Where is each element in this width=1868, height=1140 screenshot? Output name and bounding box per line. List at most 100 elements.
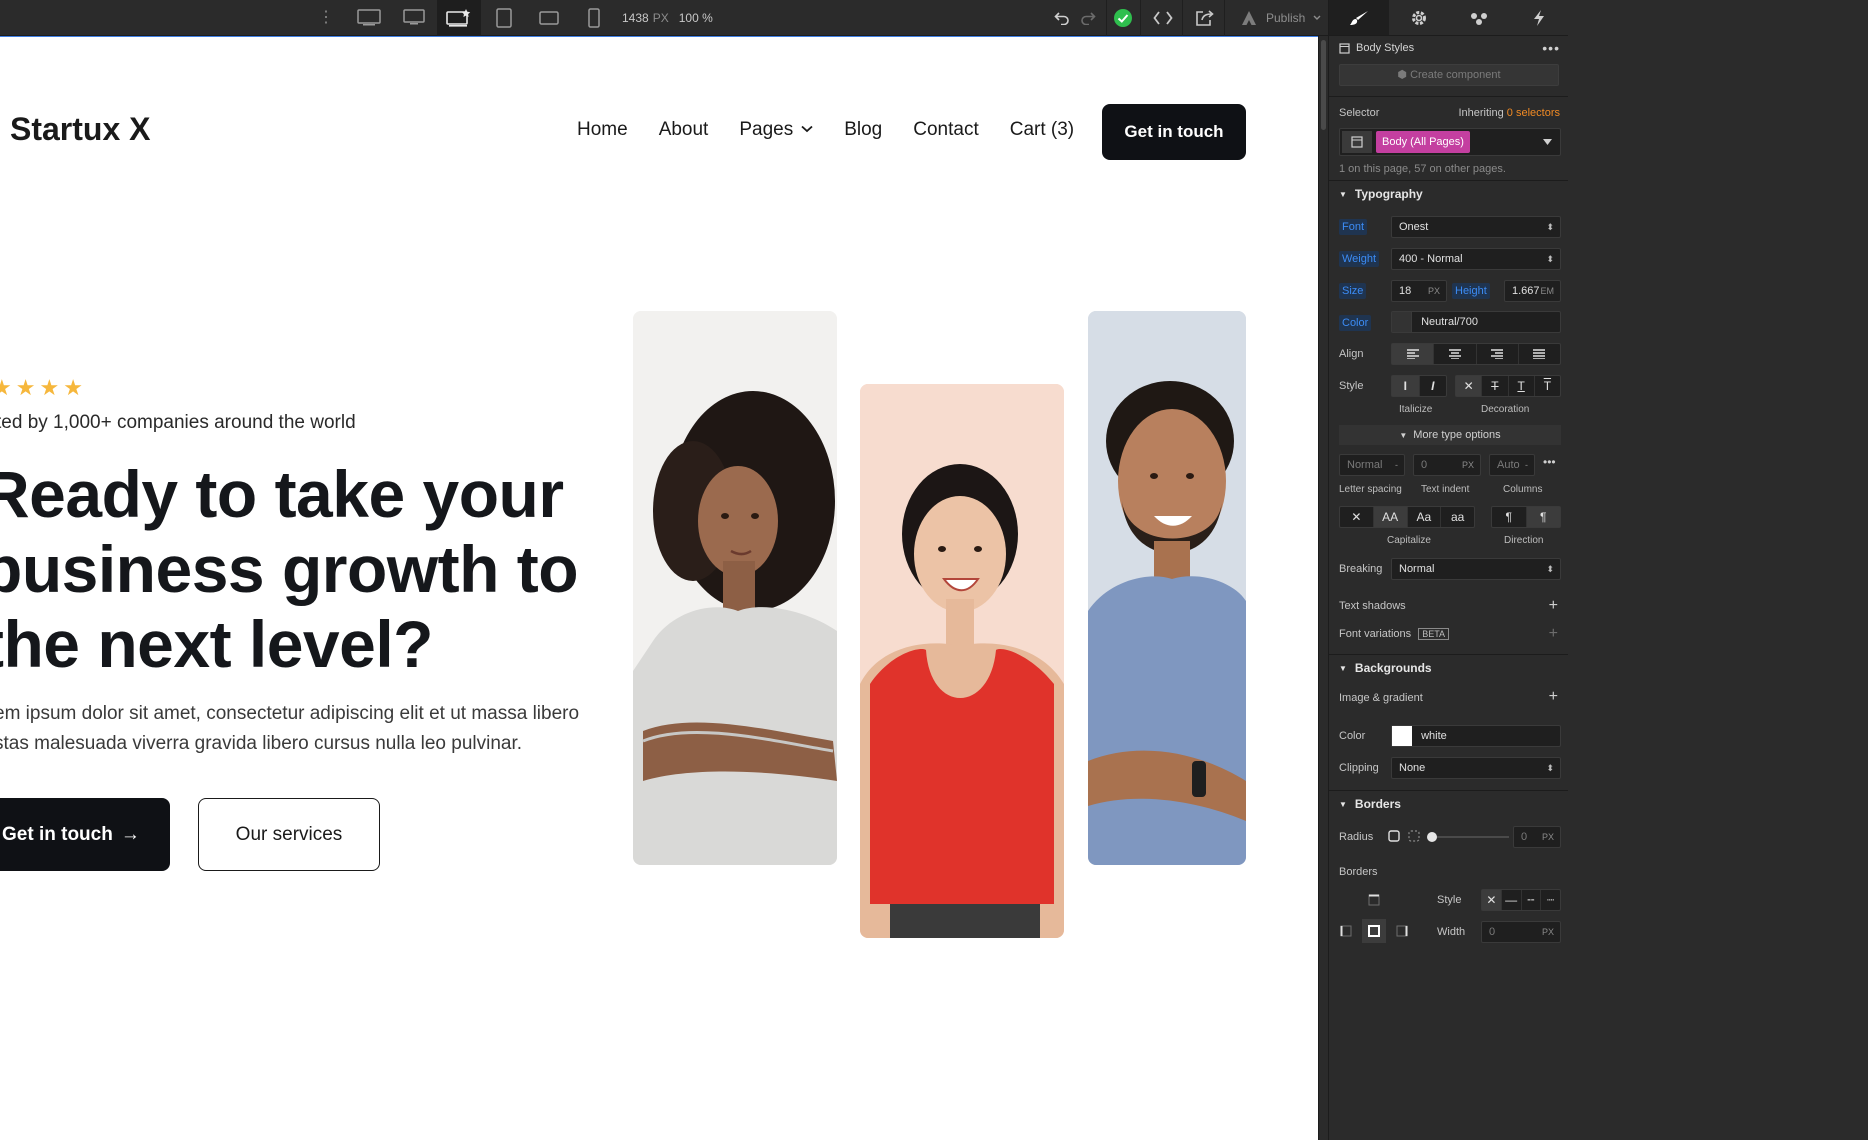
direction-rtl-icon[interactable]: ¶ (1526, 507, 1560, 527)
site-logo[interactable]: Startux X (0, 111, 150, 148)
line-height-input[interactable]: 1.667 EM (1504, 280, 1561, 302)
border-style-dashed-icon[interactable]: ╌ (1522, 890, 1542, 910)
more-type-options-toggle[interactable]: ▼ More type options (1339, 425, 1561, 445)
select-arrows-icon: ⬍ (1546, 564, 1554, 574)
borders-section-header[interactable]: ▼ Borders (1329, 790, 1569, 816)
bg-color-swatch[interactable] (1392, 726, 1412, 747)
breaking-label: Breaking (1339, 563, 1383, 575)
add-background-icon[interactable]: + (1549, 689, 1558, 705)
typography-section-header[interactable]: ▼ Typography (1329, 180, 1569, 206)
selector-chip[interactable]: Body (All Pages) (1376, 131, 1470, 153)
align-segmented (1391, 343, 1561, 365)
color-swatch[interactable] (1392, 312, 1412, 333)
strikethrough-icon[interactable]: T (1482, 376, 1509, 396)
border-style-none-icon[interactable]: ✕ (1482, 890, 1502, 910)
align-label: Align (1339, 348, 1364, 360)
border-width-input[interactable]: 0 PX (1481, 921, 1561, 943)
radius-individual-icon (1408, 830, 1420, 842)
canvas-size-readout: 1438 PX 100 % (622, 0, 713, 36)
nav-get-in-touch-button[interactable]: Get in touch (1102, 104, 1246, 160)
panel-more-icon[interactable]: ••• (1542, 40, 1560, 56)
breakpoint-desktop-xl-button[interactable] (347, 0, 391, 36)
tab-style[interactable] (1329, 0, 1389, 35)
align-left-icon[interactable] (1392, 344, 1435, 364)
more-options-icon[interactable]: ⋮ (318, 6, 334, 30)
italic-off-icon[interactable]: I (1392, 376, 1420, 396)
selector-box-icon[interactable] (1342, 131, 1372, 153)
breakpoint-mobile-landscape-button[interactable] (527, 0, 571, 36)
capitalize-none-option[interactable]: ✕ (1340, 507, 1374, 527)
direction-ltr-icon[interactable]: ¶ (1492, 507, 1527, 527)
create-component-button[interactable]: ⬢ Create component (1339, 64, 1559, 86)
backgrounds-section-header[interactable]: ▼ Backgrounds (1329, 654, 1569, 680)
nav-contact[interactable]: Contact (913, 119, 978, 141)
capitalize-title-option[interactable]: Aa (1408, 507, 1442, 527)
radius-slider[interactable] (1427, 832, 1509, 842)
breakpoint-desktop-base-button[interactable] (437, 0, 481, 36)
hero-photo-woman-red-top[interactable] (860, 384, 1064, 938)
our-services-button[interactable]: Our services (198, 798, 380, 871)
align-justify-icon[interactable] (1519, 344, 1560, 364)
hero-paragraph[interactable]: em ipsum dolor sit amet, consectetur adi… (0, 699, 614, 759)
hero-photo-woman-curly-hair[interactable] (633, 311, 837, 865)
breakpoint-mobile-portrait-button[interactable] (572, 0, 616, 36)
canvas-scrollbar[interactable] (1318, 36, 1328, 1140)
code-export-button[interactable] (1147, 0, 1179, 36)
weight-select[interactable]: 400 - Normal ⬍ (1391, 248, 1561, 270)
headline-line: the next level? (0, 607, 434, 681)
capitalize-lower-option[interactable]: aa (1441, 507, 1474, 527)
nav-blog[interactable]: Blog (844, 119, 882, 141)
tab-lightning[interactable] (1509, 0, 1569, 35)
publish-button[interactable]: Publish (1232, 0, 1329, 36)
hero-photo-man-blue-shirt[interactable] (1088, 311, 1246, 865)
overline-icon[interactable]: T (1535, 376, 1560, 396)
tab-settings[interactable] (1389, 0, 1449, 35)
tablet-icon (496, 8, 512, 28)
hero-get-in-touch-button[interactable]: Get in touch → (0, 798, 170, 871)
scrollbar-thumb[interactable] (1321, 40, 1326, 130)
nav-pages[interactable]: Pages (739, 119, 813, 141)
underline-icon[interactable]: T (1509, 376, 1535, 396)
columns-more-icon[interactable]: ••• (1543, 455, 1556, 469)
bg-color-field[interactable]: white (1391, 725, 1561, 747)
border-top-icon (1368, 894, 1380, 906)
inheriting-info[interactable]: Inheriting 0 selectors (1458, 107, 1560, 119)
selector-field[interactable]: Body (All Pages) (1339, 128, 1561, 156)
backgrounds-title: Backgrounds (1354, 661, 1432, 675)
nav-cart[interactable]: Cart (3) (1010, 119, 1074, 141)
hero-headline[interactable]: Ready to take your business growth to th… (0, 457, 602, 682)
nav-home[interactable]: Home (577, 119, 628, 141)
nav-about[interactable]: About (659, 119, 709, 141)
breakpoint-desktop-large-button[interactable] (392, 0, 436, 36)
tab-interactions[interactable] (1449, 0, 1509, 35)
add-font-variation-icon[interactable]: + (1549, 626, 1558, 642)
text-indent-input[interactable]: 0 PX (1413, 454, 1481, 476)
decoration-none-icon[interactable]: ✕ (1456, 376, 1483, 396)
border-all-button[interactable] (1362, 919, 1386, 943)
font-select[interactable]: Onest ⬍ (1391, 216, 1561, 238)
columns-input[interactable]: Auto - (1489, 454, 1535, 476)
text-color-field[interactable]: Neutral/700 (1391, 311, 1561, 333)
add-text-shadow-icon[interactable]: + (1549, 598, 1558, 614)
design-canvas[interactable]: Startux X Home About Pages Blog Contact … (0, 36, 1318, 1140)
typography-title: Typography (1354, 187, 1423, 201)
share-button[interactable] (1189, 0, 1221, 36)
border-style-solid-icon[interactable]: — (1502, 890, 1522, 910)
radius-slider-handle[interactable] (1427, 832, 1437, 842)
clipping-select[interactable]: None ⬍ (1391, 757, 1561, 779)
italic-on-icon[interactable]: I (1420, 376, 1447, 396)
redo-button[interactable] (1072, 0, 1104, 36)
align-right-icon[interactable] (1477, 344, 1519, 364)
border-style-dotted-icon[interactable]: ┈ (1541, 890, 1560, 910)
breaking-select[interactable]: Normal ⬍ (1391, 558, 1561, 580)
text-indent-caption: Text indent (1421, 484, 1470, 495)
audit-status-button[interactable] (1107, 0, 1139, 36)
radius-input[interactable]: 0 PX (1513, 826, 1561, 848)
size-input[interactable]: 18 PX (1391, 280, 1447, 302)
align-center-icon[interactable] (1434, 344, 1477, 364)
breakpoint-tablet-button[interactable] (482, 0, 526, 36)
letter-spacing-input[interactable]: Normal - (1339, 454, 1405, 476)
direction-segmented: ¶ ¶ (1491, 506, 1561, 528)
capitalize-upper-option[interactable]: AA (1373, 507, 1408, 527)
size-label: Size (1339, 283, 1367, 299)
